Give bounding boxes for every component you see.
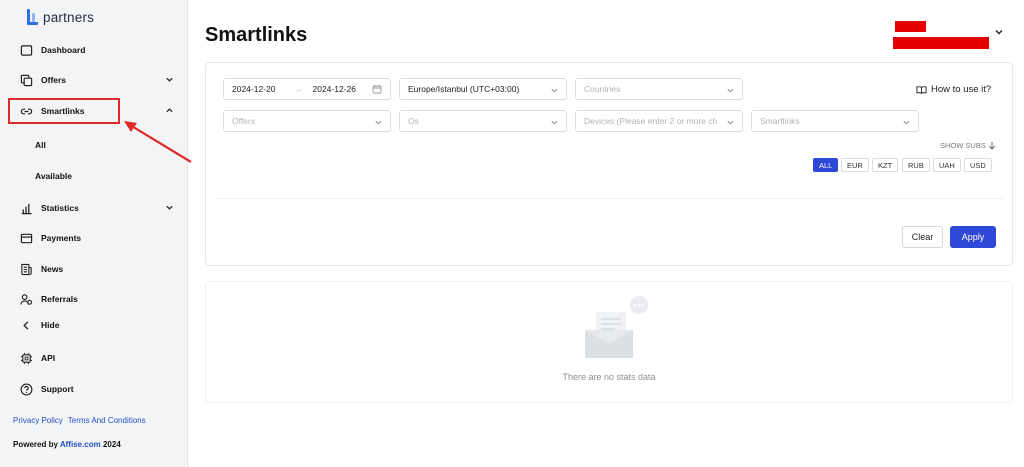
help-icon <box>20 383 33 396</box>
sidebar-subitem-all[interactable]: All <box>35 140 46 150</box>
date-to: 2024-12-26 <box>312 84 356 94</box>
sidebar-item-referrals[interactable]: Referrals <box>20 290 78 308</box>
timezone-select[interactable]: Europe/Istanbul (UTC+03:00) <box>399 78 567 100</box>
chevron-down-icon <box>726 118 735 127</box>
countries-placeholder: Countries <box>584 84 621 94</box>
sidebar-item-hide[interactable]: Hide <box>20 316 59 334</box>
clear-button[interactable]: Clear <box>902 226 943 248</box>
chip-icon <box>20 352 33 365</box>
countries-select[interactable]: Countries <box>575 78 743 100</box>
copyright-year: 2024 <box>102 440 121 449</box>
how-to-use-link[interactable]: How to use it? <box>916 84 991 95</box>
sidebar-item-label: Support <box>41 384 74 394</box>
date-arrow: → <box>293 84 303 94</box>
chevron-down-icon[interactable] <box>165 203 174 212</box>
currency-chip-all[interactable]: ALL <box>813 158 839 172</box>
sidebar-item-label: Payments <box>41 233 82 243</box>
chevron-down-icon <box>551 88 558 93</box>
devices-select[interactable]: Devices (Please enter 2 or more ch <box>575 110 743 132</box>
sidebar-item-offers[interactable]: Offers <box>20 71 66 89</box>
smartlinks-placeholder: Smartlinks <box>760 116 800 126</box>
card-icon <box>20 232 33 245</box>
affise-link[interactable]: Affise.com <box>60 440 101 449</box>
currency-chip-usd[interactable]: USD <box>964 158 992 172</box>
page-title: Smartlinks <box>205 24 308 46</box>
timezone-value: Europe/Istanbul (UTC+03:00) <box>408 84 520 94</box>
offers-select[interactable]: Offers <box>223 110 391 132</box>
logo-text: partners <box>43 9 95 25</box>
annotation-highlight-box <box>8 98 120 124</box>
sidebar-item-label: Referrals <box>41 294 78 304</box>
brand-logo[interactable]: partners <box>27 9 94 25</box>
filter-divider <box>215 198 1005 199</box>
chevron-down-icon <box>903 120 910 125</box>
currency-chip-kzt[interactable]: KZT <box>872 158 899 172</box>
redacted-user-name <box>895 21 926 32</box>
sidebar-item-label: Dashboard <box>41 45 86 55</box>
os-select[interactable]: Os <box>399 110 567 132</box>
arrow-down-icon <box>988 142 995 150</box>
sidebar-item-api[interactable]: API <box>20 349 55 367</box>
smartlinks-select[interactable]: Smartlinks <box>751 110 919 132</box>
chevron-left-icon <box>20 319 33 332</box>
date-range-picker[interactable]: 2024-12-20 → 2024-12-26 <box>223 78 391 100</box>
terms-link[interactable]: Terms And Conditions <box>68 416 146 425</box>
currency-chip-uah[interactable]: UAH <box>933 158 961 172</box>
apply-button[interactable]: Apply <box>950 226 996 248</box>
sidebar-subitem-available[interactable]: Available <box>35 171 72 181</box>
chevron-down-icon <box>375 120 382 125</box>
offers-placeholder: Offers <box>232 116 255 126</box>
privacy-policy-link[interactable]: Privacy Policy <box>13 416 63 425</box>
calendar-icon <box>372 85 382 94</box>
currency-chip-eur[interactable]: EUR <box>841 158 869 172</box>
logo-mark-icon <box>27 9 39 25</box>
sidebar-item-statistics[interactable]: Statistics <box>20 199 79 217</box>
how-to-use-label: How to use it? <box>931 84 992 95</box>
sidebar-item-label: Hide <box>41 320 60 330</box>
show-subs-toggle[interactable]: SHOW SUBS <box>940 141 996 150</box>
date-from: 2024-12-20 <box>232 84 276 94</box>
dashboard-icon <box>20 44 33 57</box>
chevron-up-icon[interactable] <box>165 106 174 115</box>
show-subs-label: SHOW SUBS <box>940 141 986 150</box>
annotation-arrow-icon <box>124 121 192 163</box>
empty-state-message: There are no stats data <box>562 372 656 382</box>
book-icon <box>916 85 927 94</box>
powered-by: Powered by Affise.com 2024 <box>13 440 121 449</box>
footer-links: Privacy Policy Terms And Conditions <box>13 416 146 425</box>
sidebar-item-label: News <box>41 264 64 274</box>
sidebar-item-label: API <box>41 353 56 363</box>
sidebar-item-label: Statistics <box>41 203 79 213</box>
sidebar-item-dashboard[interactable]: Dashboard <box>20 41 85 59</box>
sidebar-item-payments[interactable]: Payments <box>20 229 81 247</box>
sidebar-item-news[interactable]: News <box>20 260 63 278</box>
redacted-user-email <box>893 37 989 49</box>
sidebar: partners Dashboard Offers Smartlinks All… <box>0 0 188 467</box>
os-placeholder: Os <box>408 116 419 126</box>
devices-placeholder: Devices (Please enter 2 or more ch <box>584 116 718 126</box>
currency-chip-rub[interactable]: RUB <box>902 158 930 172</box>
news-icon <box>20 263 33 276</box>
bar-chart-icon <box>20 202 33 215</box>
chevron-down-icon[interactable] <box>165 75 174 84</box>
chevron-down-icon <box>727 88 734 93</box>
empty-inbox-icon <box>585 296 648 358</box>
offers-icon <box>20 74 33 87</box>
chevron-down-icon <box>551 120 558 125</box>
sidebar-item-label: Offers <box>41 75 67 85</box>
sidebar-item-support[interactable]: Support <box>20 380 74 398</box>
powered-by-prefix: Powered by <box>13 440 58 449</box>
user-menu-chevron-icon[interactable] <box>994 27 1004 37</box>
referrals-icon <box>20 293 33 306</box>
